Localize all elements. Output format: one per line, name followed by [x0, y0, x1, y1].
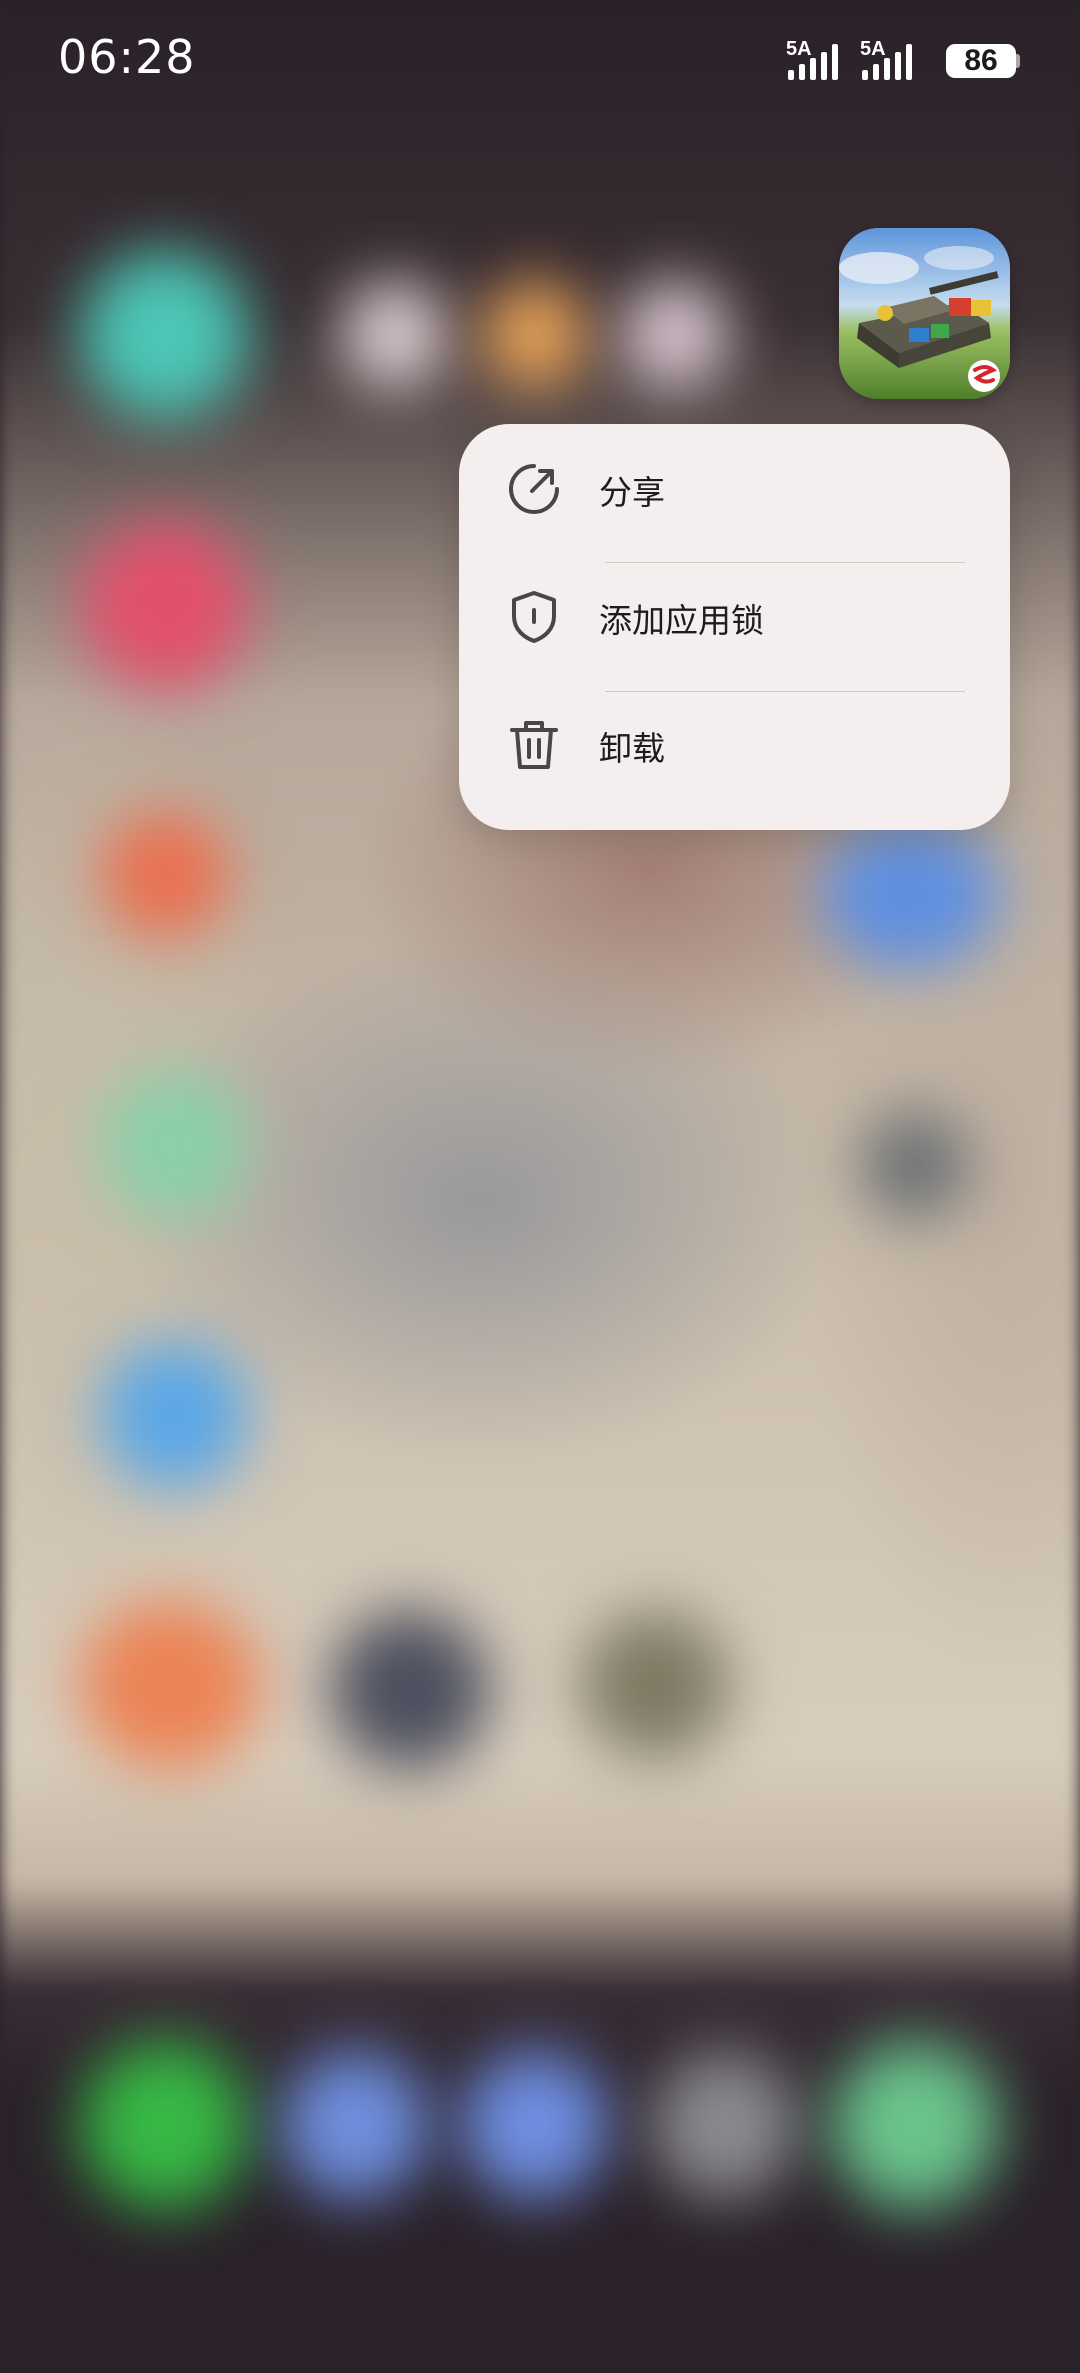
- menu-item-add-app-lock[interactable]: 添加应用锁: [459, 552, 1010, 680]
- battery-level: 86: [964, 44, 998, 77]
- app-context-menu: 分享 添加应用锁 卸载: [459, 424, 1010, 830]
- sim2-signal-icon: 5A: [860, 38, 912, 80]
- battery-tip: [1016, 54, 1020, 68]
- trash-icon: [507, 718, 561, 772]
- battery-icon: 86: [946, 44, 1016, 78]
- tank-artwork: [839, 228, 1010, 399]
- tank-game-app-icon[interactable]: [839, 228, 1010, 399]
- menu-item-uninstall-label: 卸载: [599, 729, 665, 768]
- sim2-network-label: 5A: [860, 38, 886, 60]
- menu-item-uninstall[interactable]: 卸载: [459, 680, 1010, 808]
- menu-item-share-label: 分享: [599, 473, 665, 512]
- menu-item-share[interactable]: 分享: [459, 424, 1010, 552]
- menu-item-add-app-lock-label: 添加应用锁: [599, 601, 764, 640]
- status-bar: 06:28 5A 5A 86: [0, 0, 1080, 120]
- home-screen: 06:28 5A 5A 86 分享 添加应用锁 卸载: [0, 0, 1080, 2373]
- shield-lock-icon: [507, 590, 561, 644]
- share-icon: [507, 462, 561, 516]
- status-time: 06:28: [58, 30, 196, 84]
